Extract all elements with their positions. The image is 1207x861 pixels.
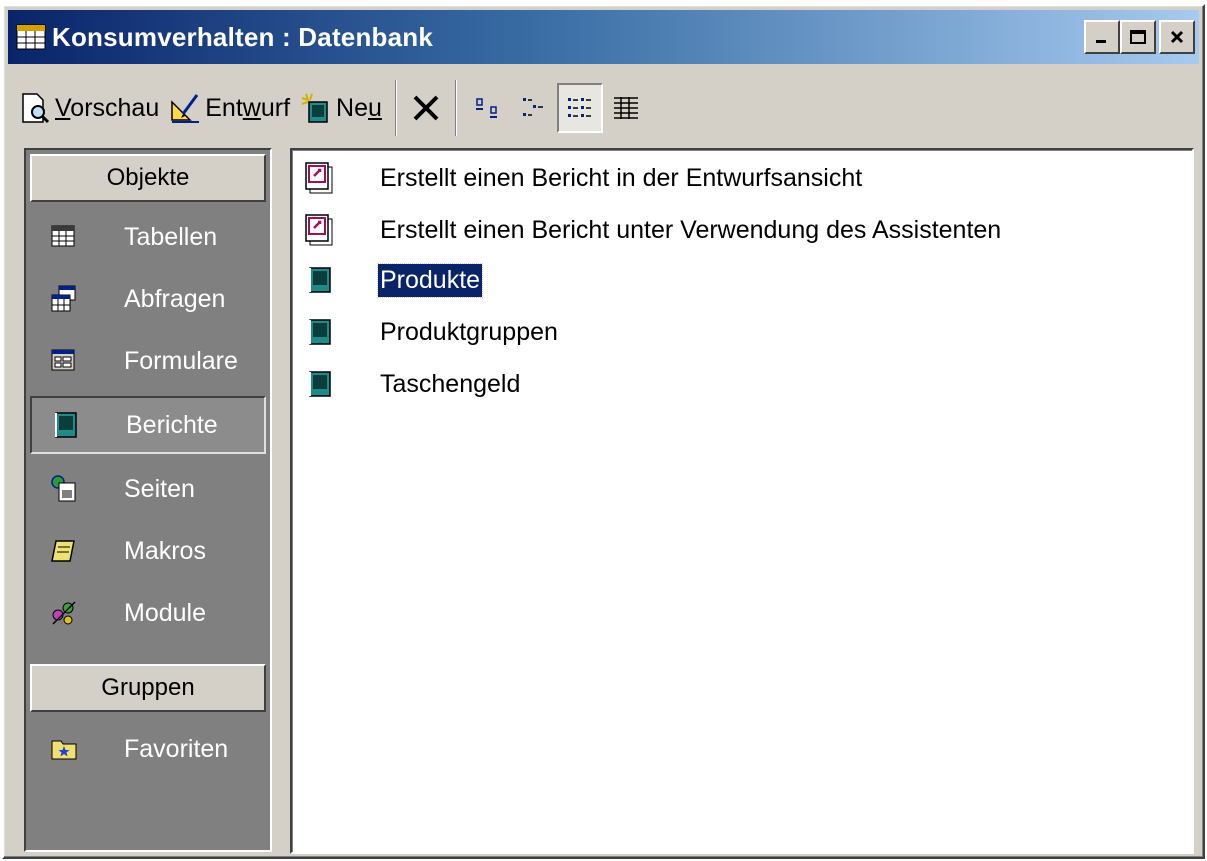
objects-header-label: Objekte — [106, 164, 190, 191]
report-icon — [52, 411, 80, 439]
query-icon — [50, 285, 78, 313]
large-icons-view-button[interactable] — [465, 83, 511, 133]
module-icon — [50, 599, 78, 627]
list-item[interactable]: Produktgruppen — [304, 312, 560, 352]
list-item-label: Produktgruppen — [380, 317, 558, 346]
sidebar-item-label: Tabellen — [124, 222, 218, 251]
sidebar-item-formulare[interactable]: Formulare — [30, 332, 266, 390]
groups-header[interactable]: Gruppen — [30, 664, 266, 712]
form-icon — [50, 347, 78, 375]
small-icons-icon — [522, 98, 543, 116]
list-item-label: Taschengeld — [380, 369, 521, 398]
page-icon — [50, 475, 78, 503]
new-label: Neu — [336, 93, 382, 122]
preview-label: Vorschau — [55, 93, 160, 122]
sidebar-item-label: Formulare — [124, 346, 238, 375]
sidebar-item-label: Berichte — [126, 410, 218, 439]
close-icon — [1170, 30, 1184, 44]
new-button[interactable]: Neu — [295, 83, 387, 133]
title-bar[interactable]: Konsumverhalten : Datenbank — [8, 10, 1199, 64]
list-item[interactable]: Erstellt einen Bericht unter Verwendung … — [304, 210, 1003, 250]
sidebar-item-abfragen[interactable]: Abfragen — [30, 270, 266, 328]
preview-button[interactable]: Vorschau — [14, 83, 164, 133]
favorites-icon — [50, 735, 78, 763]
details-icon — [613, 97, 638, 119]
wizard-report-icon — [304, 162, 334, 194]
groups-header-label: Gruppen — [101, 674, 195, 701]
database-window-icon — [16, 24, 46, 50]
toolbar-separator — [394, 80, 397, 136]
design-icon — [169, 92, 201, 124]
list-view-button[interactable] — [556, 83, 603, 133]
list-item[interactable]: Erstellt einen Bericht in der Entwurfsan… — [304, 158, 864, 198]
maximize-icon — [1130, 30, 1146, 44]
sidebar-item-label: Makros — [124, 536, 206, 565]
list-item[interactable]: Taschengeld — [304, 364, 522, 404]
design-label: Entwurf — [205, 93, 291, 122]
sidebar-item-makros[interactable]: Makros — [30, 522, 266, 580]
list-item[interactable]: Produkte — [304, 260, 484, 300]
toolbar-separator — [454, 80, 457, 136]
objects-group-header[interactable]: Objekte — [30, 154, 266, 202]
objects-list: Erstellt einen Bericht in der Entwurfsan… — [290, 148, 1194, 854]
sidebar-item-label: Module — [124, 598, 206, 627]
toolbar: Vorschau Entwurf Neu — [14, 72, 1193, 144]
window-controls — [1084, 20, 1195, 54]
minimize-button[interactable] — [1084, 20, 1120, 54]
sidebar-item-tabellen[interactable]: Tabellen — [30, 208, 266, 266]
objects-bar: Objekte Tabellen Abfragen Formulare Beri… — [24, 148, 272, 852]
minimize-icon — [1096, 40, 1106, 43]
list-item-label: Erstellt einen Bericht in der Entwurfsan… — [380, 163, 863, 192]
report-icon — [304, 264, 334, 296]
large-icons-icon — [475, 98, 497, 118]
table-icon — [50, 223, 78, 251]
list-item-label: Produkte — [376, 262, 484, 298]
macro-icon — [50, 537, 78, 565]
details-view-button[interactable] — [603, 83, 649, 133]
delete-button[interactable] — [405, 83, 447, 133]
maximize-button[interactable] — [1120, 20, 1156, 54]
sidebar-item-favoriten[interactable]: Favoriten — [30, 720, 266, 778]
small-icons-view-button[interactable] — [511, 83, 557, 133]
close-button[interactable] — [1159, 20, 1195, 54]
design-button[interactable]: Entwurf — [164, 83, 295, 133]
list-view-icon — [567, 98, 591, 117]
sidebar-item-seiten[interactable]: Seiten — [30, 460, 266, 518]
report-icon — [304, 316, 334, 348]
database-window: Konsumverhalten : Datenbank Vorschau Ent… — [2, 4, 1205, 859]
new-icon — [300, 92, 332, 124]
sidebar-item-label: Favoriten — [124, 734, 229, 763]
sidebar-item-label: Abfragen — [124, 284, 226, 313]
report-icon — [304, 368, 334, 400]
sidebar-item-module[interactable]: Module — [30, 584, 266, 642]
sidebar-item-berichte[interactable]: Berichte — [30, 396, 266, 454]
wizard-report-icon — [304, 214, 334, 246]
delete-icon — [410, 92, 442, 124]
window-title: Konsumverhalten : Datenbank — [52, 21, 434, 52]
sidebar-item-label: Seiten — [124, 474, 195, 503]
list-item-label: Erstellt einen Bericht unter Verwendung … — [380, 215, 1002, 244]
preview-icon — [19, 92, 51, 124]
